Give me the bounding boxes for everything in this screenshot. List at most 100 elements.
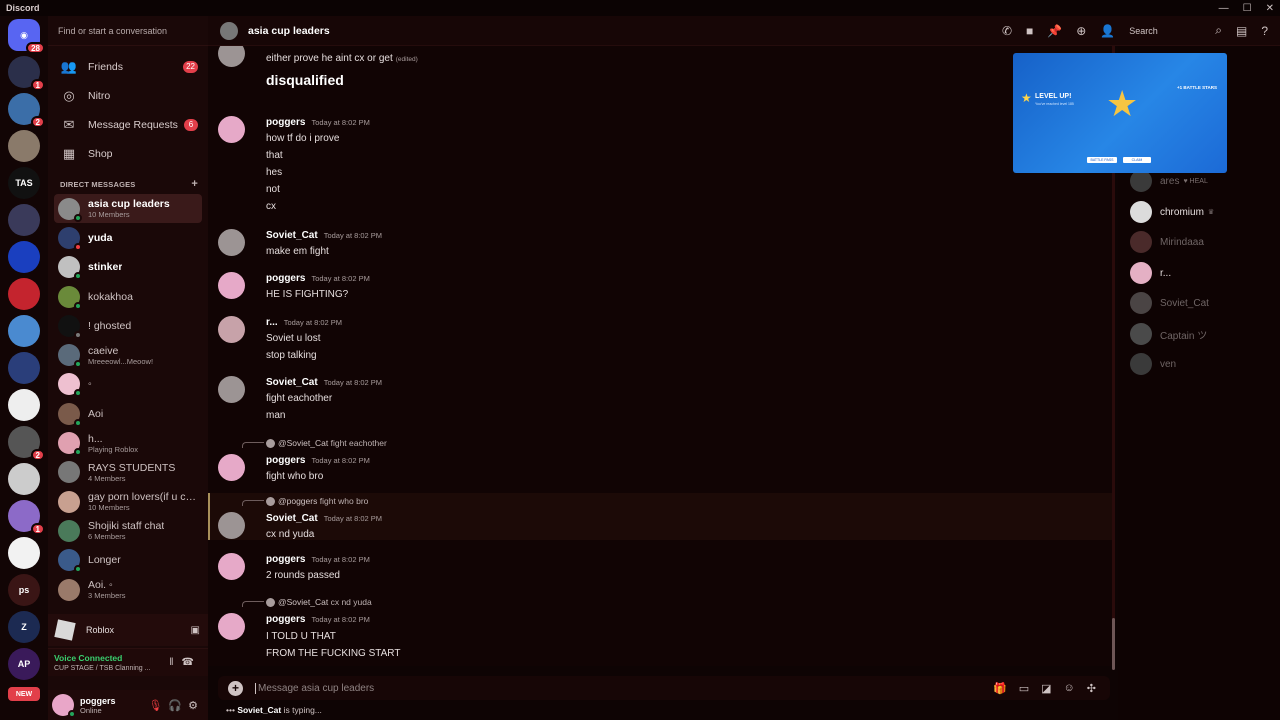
disconnect-icon[interactable]: ☎ xyxy=(182,657,202,668)
server-icon[interactable] xyxy=(8,204,40,236)
dm-list-item[interactable]: Aoi xyxy=(54,399,202,428)
search-icon[interactable]: ⌕ xyxy=(1215,23,1222,38)
add-dm-icon[interactable]: + xyxy=(191,178,198,190)
dm-list-item[interactable]: Longer xyxy=(54,546,202,575)
new-badge[interactable]: NEW xyxy=(8,687,40,701)
dm-list-item[interactable]: Shojiki staff chat 6 Members xyxy=(54,516,202,545)
member-item[interactable]: chromium ♛ xyxy=(1130,201,1214,223)
avatar[interactable] xyxy=(218,454,245,481)
sticker-icon[interactable]: ◪ xyxy=(1041,682,1051,695)
avatar[interactable] xyxy=(218,512,245,539)
avatar[interactable] xyxy=(218,613,245,640)
avatar[interactable] xyxy=(218,46,245,67)
nav-count-badge: 6 xyxy=(184,118,198,131)
upload-button[interactable]: + xyxy=(228,680,243,696)
member-item[interactable]: ares ♥ HEAL xyxy=(1130,170,1208,192)
header-search-input[interactable]: Search xyxy=(1129,26,1201,36)
maximize-icon[interactable]: ☐ xyxy=(1243,3,1252,14)
server-icon[interactable]: 1 xyxy=(8,56,45,91)
avatar[interactable] xyxy=(52,694,76,718)
home-button[interactable]: ◉ 28 xyxy=(8,19,45,54)
dm-list-item[interactable]: kokakhoa xyxy=(54,282,202,311)
message-author[interactable]: poggers xyxy=(266,117,305,128)
battle-pass-button[interactable]: BATTLE PASS xyxy=(1087,157,1117,163)
dm-list-item[interactable]: h... Playing Roblox xyxy=(54,428,202,457)
server-icon[interactable] xyxy=(8,352,40,384)
server-icon[interactable]: 2 xyxy=(8,93,45,128)
voice-activity-icon[interactable]: ‖ xyxy=(169,657,181,668)
nav-item-message-requests[interactable]: ✉ Message Requests 6 xyxy=(54,110,202,139)
inbox-icon[interactable]: ▤ xyxy=(1236,24,1247,38)
pin-icon[interactable]: 📌 xyxy=(1047,24,1062,38)
apps-icon[interactable]: ✣ xyxy=(1087,682,1096,695)
nav-item-shop[interactable]: ▦ Shop xyxy=(54,139,202,168)
message-input[interactable] xyxy=(255,682,994,694)
server-icon[interactable]: TAS xyxy=(8,167,40,199)
dm-list-item[interactable]: Aoi. ◦ 3 Members xyxy=(54,575,202,604)
scrollbar-thumb[interactable] xyxy=(1112,618,1115,670)
message-author[interactable]: poggers xyxy=(266,614,305,625)
video-icon[interactable]: ■ xyxy=(1026,24,1033,38)
avatar[interactable] xyxy=(218,553,245,580)
dm-list-item[interactable]: asia cup leaders 10 Members xyxy=(54,194,202,224)
claim-button[interactable]: CLAIM xyxy=(1123,157,1151,163)
server-icon[interactable] xyxy=(8,389,40,421)
dm-list-item[interactable]: ◦ xyxy=(54,370,202,399)
dm-list-item[interactable]: gay porn lovers(if u ch... 10 Members xyxy=(54,487,202,516)
member-item[interactable]: Mirindaaa xyxy=(1130,231,1204,253)
server-icon[interactable] xyxy=(8,130,40,162)
dm-list-item[interactable]: ! ghosted xyxy=(54,311,202,340)
nav-item-nitro[interactable]: ◎ Nitro xyxy=(54,81,202,110)
server-icon[interactable] xyxy=(8,537,40,569)
avatar[interactable] xyxy=(218,272,245,299)
server-icon[interactable]: 2 xyxy=(8,426,45,461)
avatar[interactable] xyxy=(218,316,245,343)
members-icon[interactable]: 👤 xyxy=(1100,24,1115,38)
gif-icon[interactable]: ▭ xyxy=(1019,682,1029,695)
group-avatar xyxy=(220,21,238,40)
message-author[interactable]: r... xyxy=(266,317,278,328)
message-author[interactable]: poggers xyxy=(266,554,305,565)
dm-list-item[interactable]: stinker xyxy=(54,253,202,282)
member-item[interactable]: ven xyxy=(1130,353,1176,375)
server-icon[interactable] xyxy=(8,278,40,310)
emoji-icon[interactable]: ☺ xyxy=(1064,682,1075,695)
avatar[interactable] xyxy=(218,116,245,143)
server-icon[interactable]: Z xyxy=(8,611,40,643)
message-author[interactable]: poggers xyxy=(266,273,305,284)
server-icon[interactable]: 1 xyxy=(8,500,45,535)
reply-preview[interactable]: @poggers fight who bro xyxy=(266,496,368,507)
dm-list-item[interactable]: RAYS STUDENTS 4 Members xyxy=(54,458,202,487)
reply-preview[interactable]: @Soviet_Cat fight eachother xyxy=(266,438,387,449)
dm-list-item[interactable]: caeive Mreeeowl...Meoow! xyxy=(54,340,202,369)
mute-icon[interactable]: 🎙 xyxy=(148,700,168,712)
call-icon[interactable]: ✆ xyxy=(1002,24,1012,38)
reply-preview[interactable]: @Soviet_Cat cx nd yuda xyxy=(266,597,372,608)
gift-icon[interactable]: 🎁 xyxy=(993,682,1007,695)
add-member-icon[interactable]: ⊕ xyxy=(1076,24,1086,38)
server-icon[interactable]: AP xyxy=(8,648,40,680)
server-icon[interactable] xyxy=(8,241,40,273)
member-item[interactable]: Soviet_Cat xyxy=(1130,292,1209,314)
server-icon[interactable] xyxy=(8,315,40,347)
activity-bar[interactable]: Roblox ▣ xyxy=(48,614,208,646)
server-icon[interactable] xyxy=(8,463,40,495)
headset-icon[interactable]: 🎧 xyxy=(168,700,188,712)
close-icon[interactable]: ✕ xyxy=(1266,3,1274,14)
message-author[interactable]: Soviet_Cat xyxy=(266,230,318,241)
settings-icon[interactable]: ⚙ xyxy=(188,700,204,712)
dm-list-item[interactable]: yuda xyxy=(54,223,202,252)
minimize-icon[interactable]: — xyxy=(1219,3,1229,14)
avatar[interactable] xyxy=(218,376,245,403)
help-icon[interactable]: ? xyxy=(1261,24,1268,38)
server-icon[interactable]: ps xyxy=(8,574,40,606)
message-author[interactable]: poggers xyxy=(266,455,305,466)
avatar[interactable] xyxy=(218,229,245,256)
screen-share-icon[interactable]: ▣ xyxy=(191,625,200,636)
member-item[interactable]: r... xyxy=(1130,262,1171,284)
member-item[interactable]: Captain ツ xyxy=(1130,323,1207,345)
nav-item-friends[interactable]: 👥 Friends 22 xyxy=(54,52,202,81)
message-author[interactable]: Soviet_Cat xyxy=(266,513,318,524)
message-author[interactable]: Soviet_Cat xyxy=(266,377,318,388)
dm-search-input[interactable]: Find or start a conversation xyxy=(48,16,208,46)
